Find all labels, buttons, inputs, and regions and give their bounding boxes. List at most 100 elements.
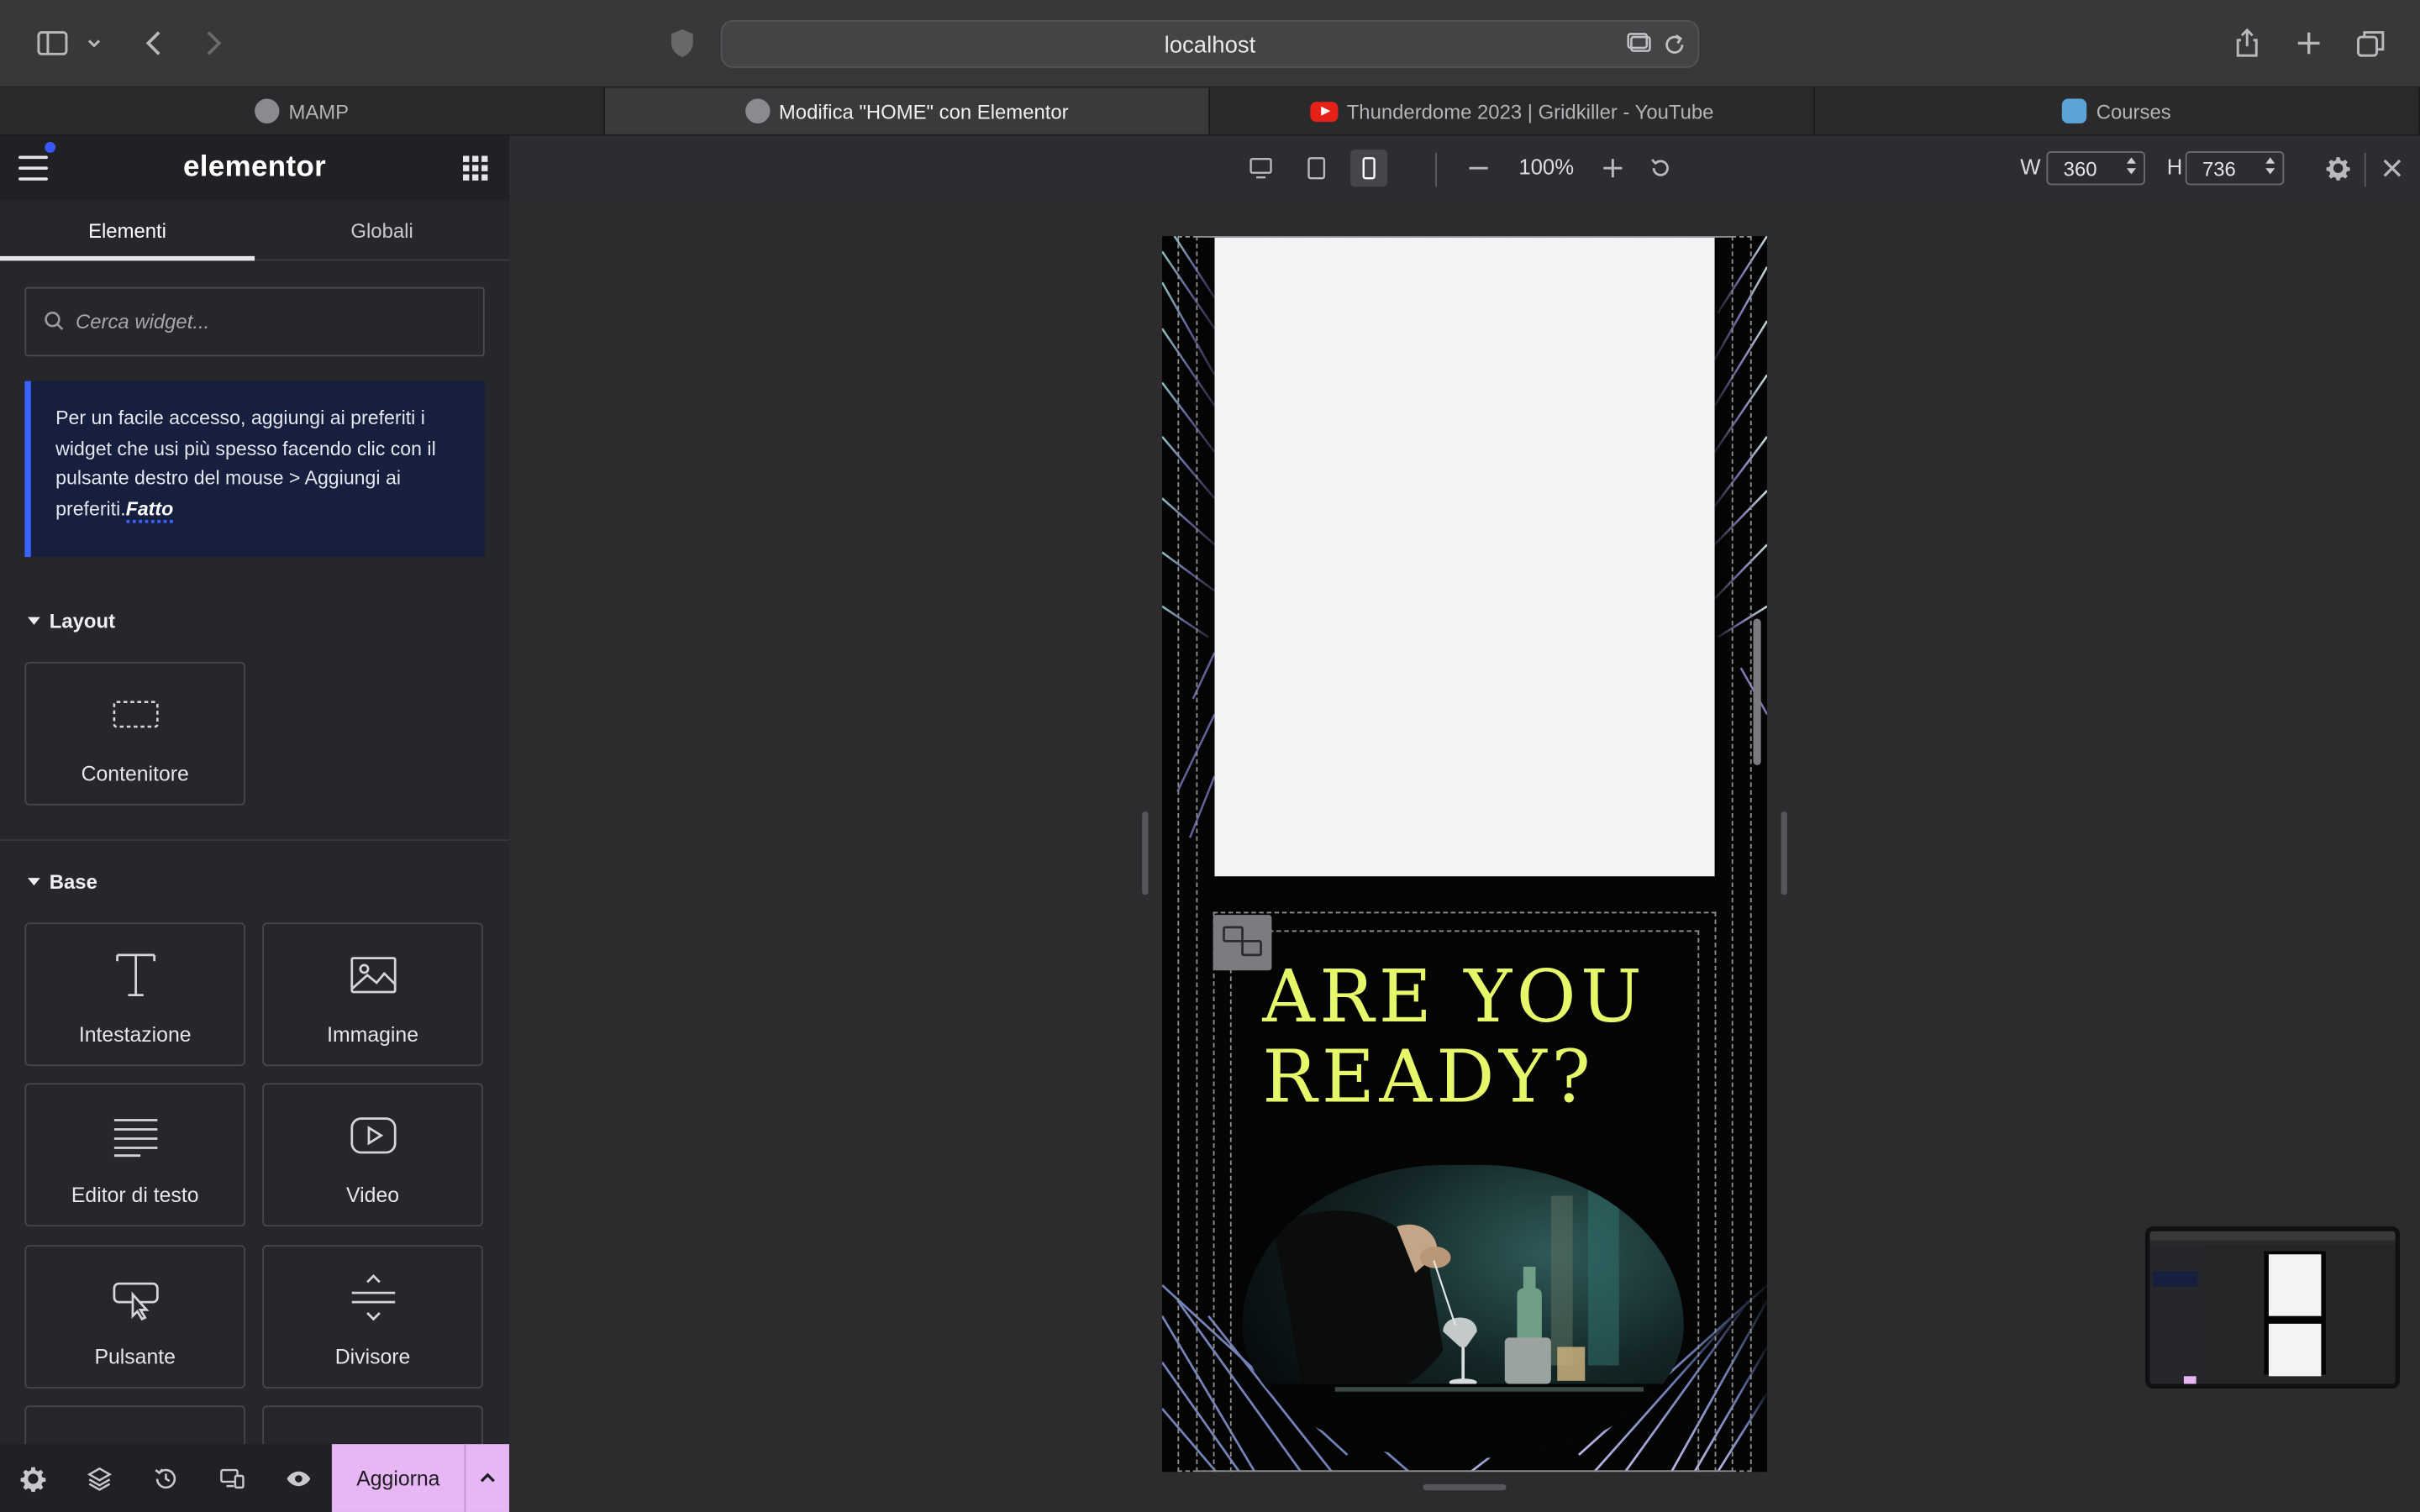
- update-button[interactable]: Aggiorna: [331, 1444, 465, 1512]
- image-icon: [346, 949, 398, 1001]
- toolbar-separator: [1435, 152, 1437, 187]
- tab-bar: MAMP Modifica "HOME" con Elementor Thund…: [0, 87, 2420, 136]
- widget-video[interactable]: Video: [262, 1083, 483, 1227]
- panel-header: elementor: [0, 135, 510, 201]
- tab-mamp[interactable]: MAMP: [0, 87, 605, 134]
- elementor-logo: elementor: [182, 150, 327, 184]
- zoom-out-icon[interactable]: [1460, 150, 1497, 186]
- divider-icon: [346, 1271, 398, 1323]
- back-icon[interactable]: [136, 24, 173, 61]
- widgets-grid-icon[interactable]: [463, 155, 488, 181]
- reader-icon[interactable]: [1627, 31, 1655, 59]
- tab-courses[interactable]: Courses: [1815, 87, 2420, 134]
- update-options-button[interactable]: [464, 1444, 510, 1512]
- share-icon[interactable]: [2228, 24, 2265, 61]
- widget-label: Editor di testo: [71, 1183, 199, 1207]
- favorites-notice: Per un facile accesso, aggiungi ai prefe…: [24, 381, 485, 558]
- settings-gear-icon[interactable]: [2320, 150, 2357, 186]
- widget-contenitore[interactable]: Contenitore: [24, 661, 246, 806]
- photo-illustration: [1242, 1164, 1684, 1458]
- editor-canvas: ARE YOU READY?: [509, 200, 2420, 1512]
- browser-toolbar: localhost: [0, 0, 2420, 88]
- panel-tabs: Elementi Globali: [0, 201, 510, 261]
- caret-down-icon: [28, 878, 40, 886]
- widget-label: Divisore: [334, 1345, 411, 1369]
- tab-overview-icon[interactable]: [2352, 24, 2389, 61]
- widget-divisore[interactable]: Divisore: [262, 1245, 483, 1389]
- widget-label: Intestazione: [78, 1022, 192, 1047]
- tab-youtube[interactable]: Thunderdome 2023 | Gridkiller - YouTube: [1210, 87, 1815, 134]
- panel-footer: Aggiorna: [0, 1444, 510, 1512]
- resize-handle-right[interactable]: [1781, 811, 1787, 895]
- window-thumbnail[interactable]: [2145, 1226, 2401, 1389]
- tab-globali[interactable]: Globali: [255, 201, 509, 260]
- tab-label: Modifica "HOME" con Elementor: [778, 99, 1069, 123]
- notice-done-link[interactable]: Fatto: [125, 497, 173, 523]
- section-title: Base: [49, 869, 97, 894]
- responsive-mode-icon[interactable]: [199, 1444, 266, 1512]
- settings-icon[interactable]: [0, 1444, 66, 1512]
- tab-elementi[interactable]: Elementi: [0, 201, 255, 261]
- search-icon: [43, 310, 65, 332]
- responsive-bar: 100% W 360 H 736: [509, 135, 2420, 201]
- widget-search: [24, 286, 485, 357]
- tablet-device-icon[interactable]: [1298, 150, 1335, 186]
- height-value: 736: [2202, 156, 2236, 180]
- preview-scrollbar[interactable]: [1753, 618, 1761, 766]
- reload-icon[interactable]: [1660, 31, 1688, 59]
- width-label: W: [2020, 154, 2041, 180]
- widget-pulsante[interactable]: Pulsante: [24, 1245, 246, 1389]
- app-window: localhost MAMP Modifica "HOME" con Eleme…: [0, 0, 2420, 1512]
- resize-handle-bottom[interactable]: [1423, 1483, 1507, 1491]
- widget-label: Contenitore: [81, 762, 189, 785]
- height-label: H: [2166, 154, 2183, 180]
- tab-label: Thunderdome 2023 | Gridkiller - YouTube: [1346, 99, 1714, 123]
- stepper-icon[interactable]: [2265, 157, 2276, 179]
- toolbar-separator: [2364, 152, 2366, 187]
- desktop-device-icon[interactable]: [1243, 150, 1280, 186]
- widget-immagine[interactable]: Immagine: [262, 922, 483, 1067]
- stepper-icon[interactable]: [2126, 157, 2138, 179]
- widget-label: Immagine: [327, 1022, 419, 1047]
- forward-icon[interactable]: [194, 24, 231, 61]
- widget-editor-di-testo[interactable]: Editor di testo: [24, 1083, 246, 1227]
- heading-line: ARE YOU: [1262, 954, 1647, 1040]
- preview-eye-icon[interactable]: [266, 1444, 332, 1512]
- history-icon[interactable]: [133, 1444, 199, 1512]
- hero-heading[interactable]: ARE YOU READY?: [1262, 958, 1646, 1119]
- button-icon: [108, 1271, 160, 1323]
- width-input[interactable]: 360: [2046, 150, 2146, 186]
- text-editor-icon: [108, 1110, 160, 1162]
- section-title: Layout: [49, 609, 116, 633]
- elementor-panel: elementor Elementi Globali Per un facile…: [0, 135, 510, 1512]
- courses-icon: [2062, 98, 2087, 123]
- chevron-down-icon[interactable]: [81, 24, 108, 61]
- privacy-shield-icon[interactable]: [664, 24, 701, 61]
- sidebar-toggle-icon[interactable]: [34, 24, 71, 61]
- resize-handle-left[interactable]: [1142, 811, 1149, 895]
- new-tab-icon[interactable]: [2291, 24, 2328, 61]
- zoom-in-icon[interactable]: [1594, 150, 1631, 186]
- reset-zoom-icon[interactable]: [1642, 150, 1679, 186]
- search-input[interactable]: [75, 288, 470, 355]
- widget-intestazione[interactable]: Intestazione: [24, 922, 246, 1067]
- heading-line: READY?: [1262, 1035, 1596, 1121]
- tab-label: MAMP: [288, 99, 350, 123]
- section-layout-header[interactable]: Layout: [28, 609, 115, 633]
- height-input[interactable]: 736: [2185, 150, 2285, 186]
- chevron-up-icon: [480, 1473, 495, 1483]
- mobile-preview[interactable]: ARE YOU READY?: [1162, 236, 1768, 1473]
- close-icon[interactable]: [2374, 150, 2411, 186]
- mamp-icon: [255, 98, 280, 123]
- layers-icon[interactable]: [66, 1444, 133, 1512]
- tab-label: Courses: [2096, 99, 2171, 123]
- address-text: localhost: [1164, 32, 1256, 59]
- widget-label: Pulsante: [94, 1345, 176, 1369]
- bartender-photo[interactable]: [1242, 1164, 1684, 1458]
- video-icon: [346, 1110, 398, 1162]
- address-bar[interactable]: localhost: [720, 19, 1700, 68]
- tab-elementor-home[interactable]: Modifica "HOME" con Elementor: [604, 87, 1210, 134]
- mobile-device-icon[interactable]: [1350, 150, 1388, 187]
- section-base-header[interactable]: Base: [28, 869, 97, 894]
- mamp-icon: [744, 98, 770, 123]
